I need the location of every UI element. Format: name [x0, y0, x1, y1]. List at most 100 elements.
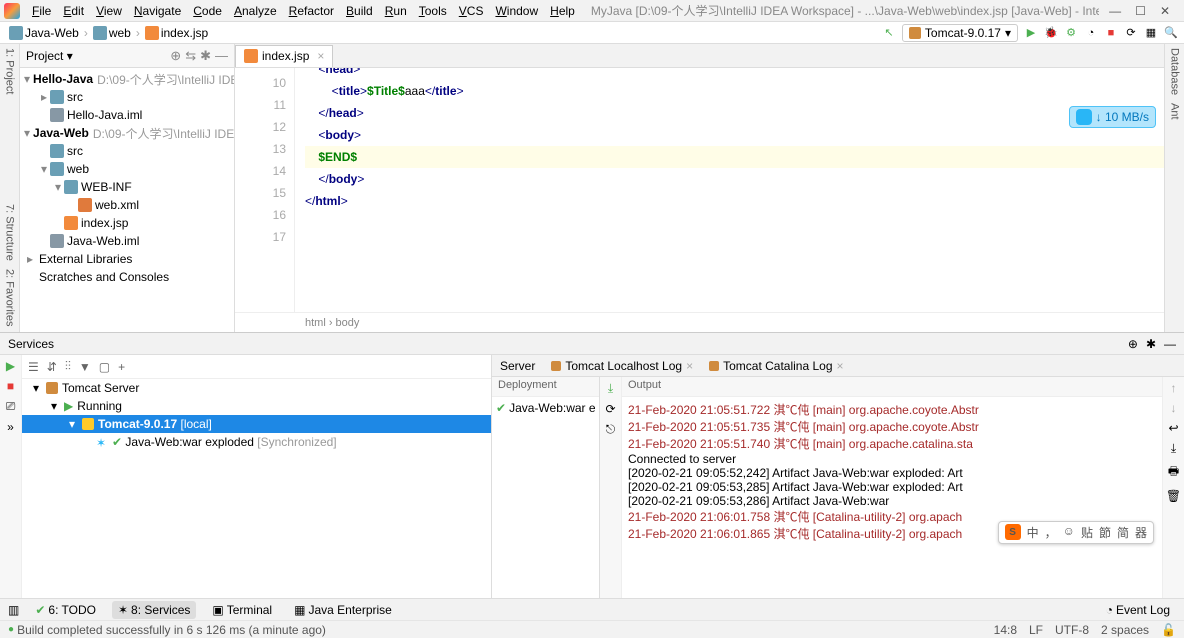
search-button[interactable]: 🔍 [1164, 26, 1178, 40]
deployment-item[interactable]: ✔Java-Web:war e [496, 401, 595, 415]
menu-tools[interactable]: Tools [413, 2, 453, 20]
tab-catalina-log[interactable]: Tomcat Catalina Log× [709, 359, 843, 373]
tab-terminal[interactable]: ▣ Terminal [206, 601, 278, 619]
tool-window-icon[interactable]: ▥ [8, 603, 19, 617]
collapse-all-icon[interactable]: ⇆ [185, 48, 196, 64]
menu-edit[interactable]: Edit [57, 2, 90, 20]
menu-file[interactable]: File [26, 2, 57, 20]
tab-localhost-log[interactable]: Tomcat Localhost Log× [551, 359, 693, 373]
services-settings-icon[interactable]: ✱ [1146, 337, 1156, 351]
debug-button[interactable]: 🐞 [1044, 26, 1058, 40]
menu-view[interactable]: View [90, 2, 128, 20]
menu-run[interactable]: Run [379, 2, 413, 20]
select-opened-icon[interactable]: ⊕ [170, 48, 181, 64]
tree-src2[interactable]: src [20, 142, 234, 160]
back-nav-icon[interactable]: ↖ [882, 26, 896, 40]
console-output[interactable]: 21-Feb-2020 21:05:51.722 淇℃伅 [main] org.… [622, 397, 1162, 598]
ime-toolbar[interactable]: S 中，☺贴節简器 [998, 521, 1154, 544]
tab-todo[interactable]: ✔6: TODO [29, 601, 102, 619]
code-editor[interactable]: 1011121314151617 <head> <title>$Title$aa… [235, 68, 1164, 312]
menu-build[interactable]: Build [340, 2, 379, 20]
tree-web[interactable]: ▾web [20, 160, 234, 178]
breadcrumb-root[interactable]: Java-Web [6, 26, 82, 40]
menu-help[interactable]: Help [544, 2, 581, 20]
soft-wrap-icon[interactable]: ↩ [1168, 421, 1178, 435]
caret-position[interactable]: 14:8 [994, 623, 1017, 637]
tree-scratches[interactable]: Scratches and Consoles [20, 268, 234, 286]
scroll-end-icon[interactable]: ⤓ [1171, 441, 1176, 456]
rerun-icon[interactable]: ▶ [6, 359, 15, 373]
tree-hello-iml[interactable]: Hello-Java.iml [20, 106, 234, 124]
line-ending[interactable]: LF [1029, 623, 1043, 637]
menu-navigate[interactable]: Navigate [128, 2, 187, 20]
database-tool-button[interactable]: Database [1169, 48, 1181, 95]
tree-webinf[interactable]: ▾WEB-INF [20, 178, 234, 196]
add-icon[interactable]: + [118, 360, 125, 374]
deploy-icon[interactable]: ⤓ [608, 381, 613, 396]
browser-icon[interactable]: ⎋ [606, 422, 616, 437]
run-button[interactable]: ▶ [1024, 26, 1038, 40]
tree-webxml[interactable]: web.xml [20, 196, 234, 214]
layout-icon[interactable]: ▢ [99, 360, 110, 374]
breadcrumb-file[interactable]: index.jsp [142, 26, 211, 40]
services-hide-icon[interactable]: — [1164, 337, 1176, 351]
structure-tool-button[interactable]: 7: Structure [4, 204, 16, 261]
refresh-icon[interactable]: ⟳ [605, 402, 615, 416]
tree-hello-java[interactable]: ▾Hello-JavaD:\09-个人学习\IntelliJ IDEA Wo [20, 70, 234, 88]
favorites-tool-button[interactable]: 2: Favorites [4, 269, 16, 326]
collapse-icon[interactable]: ⇵ [47, 360, 57, 374]
group-icon[interactable]: ⫶⫶ [65, 359, 71, 374]
help-icon[interactable]: » [7, 420, 14, 434]
run-config-selector[interactable]: Tomcat-9.0.17 ▾ [902, 24, 1018, 42]
menu-vcs[interactable]: VCS [453, 2, 490, 20]
ant-tool-button[interactable]: Ant [1169, 103, 1181, 120]
settings-icon[interactable]: ✱ [200, 48, 211, 64]
profile-button[interactable]: ◔ [1084, 26, 1098, 40]
tab-event-log[interactable]: ◔ Event Log [1100, 601, 1176, 619]
indent[interactable]: 2 spaces [1101, 623, 1149, 637]
structure-button[interactable]: ▦ [1144, 26, 1158, 40]
tree-src[interactable]: ▸src [20, 88, 234, 106]
menu-analyze[interactable]: Analyze [228, 2, 283, 20]
services-locate-icon[interactable]: ⊕ [1128, 337, 1138, 351]
tab-services[interactable]: ✶ 8: Services [112, 601, 196, 619]
stop-icon[interactable]: ■ [7, 379, 14, 393]
close-button[interactable]: ✕ [1160, 4, 1170, 18]
scroll-down-icon[interactable]: ↓ [1171, 401, 1177, 415]
minimize-button[interactable]: — [1109, 4, 1121, 18]
print-icon[interactable]: 🖶 [1168, 462, 1179, 483]
hide-panel-icon[interactable]: — [215, 48, 228, 63]
project-tool-button[interactable]: 1: Project [4, 48, 16, 94]
services-running[interactable]: ▾▶Running [22, 397, 491, 415]
project-view-selector[interactable]: Project ▾ [26, 49, 73, 63]
maximize-button[interactable]: ☐ [1135, 4, 1146, 18]
tree-indexjsp[interactable]: index.jsp [20, 214, 234, 232]
coverage-button[interactable]: ⚙ [1064, 26, 1078, 40]
services-tomcat-server[interactable]: ▾Tomcat Server [22, 379, 491, 397]
encoding[interactable]: UTF-8 [1055, 623, 1089, 637]
stop-button[interactable]: ■ [1104, 26, 1118, 40]
close-tab-icon[interactable]: × [317, 49, 324, 63]
scroll-up-icon[interactable]: ↑ [1171, 381, 1177, 395]
editor-tab-indexjsp[interactable]: index.jsp × [235, 45, 333, 67]
breadcrumb-web[interactable]: web [90, 26, 134, 40]
tab-java-enterprise[interactable]: ▦ Java Enterprise [288, 601, 398, 619]
lock-icon[interactable]: 🔓 [1161, 623, 1176, 637]
clear-icon[interactable]: 🗑 [1166, 489, 1181, 503]
services-tree[interactable]: ▾Tomcat Server ▾▶Running ▾Tomcat-9.0.17 … [22, 379, 491, 598]
expand-all-icon[interactable]: ☰ [28, 360, 39, 374]
menu-window[interactable]: Window [489, 2, 544, 20]
tab-server[interactable]: Server [500, 359, 535, 373]
project-tree[interactable]: ▾Hello-JavaD:\09-个人学习\IntelliJ IDEA Wo▸s… [20, 68, 234, 332]
menu-refactor[interactable]: Refactor [283, 2, 340, 20]
services-artifact[interactable]: ✶✔ Java-Web:war exploded [Synchronized] [22, 433, 491, 451]
tree-java-web[interactable]: ▾Java-WebD:\09-个人学习\IntelliJ IDEA Wo [20, 124, 234, 142]
filter2-icon[interactable]: ▼ [79, 360, 91, 374]
tree-javaweb-iml[interactable]: Java-Web.iml [20, 232, 234, 250]
filter-icon[interactable]: ⎚ [6, 399, 16, 414]
update-button[interactable]: ⟳ [1124, 26, 1138, 40]
tree-external-libraries[interactable]: ▸External Libraries [20, 250, 234, 268]
menu-code[interactable]: Code [187, 2, 228, 20]
editor-breadcrumb[interactable]: html › body [235, 312, 1164, 332]
services-config[interactable]: ▾Tomcat-9.0.17 [local] [22, 415, 491, 433]
